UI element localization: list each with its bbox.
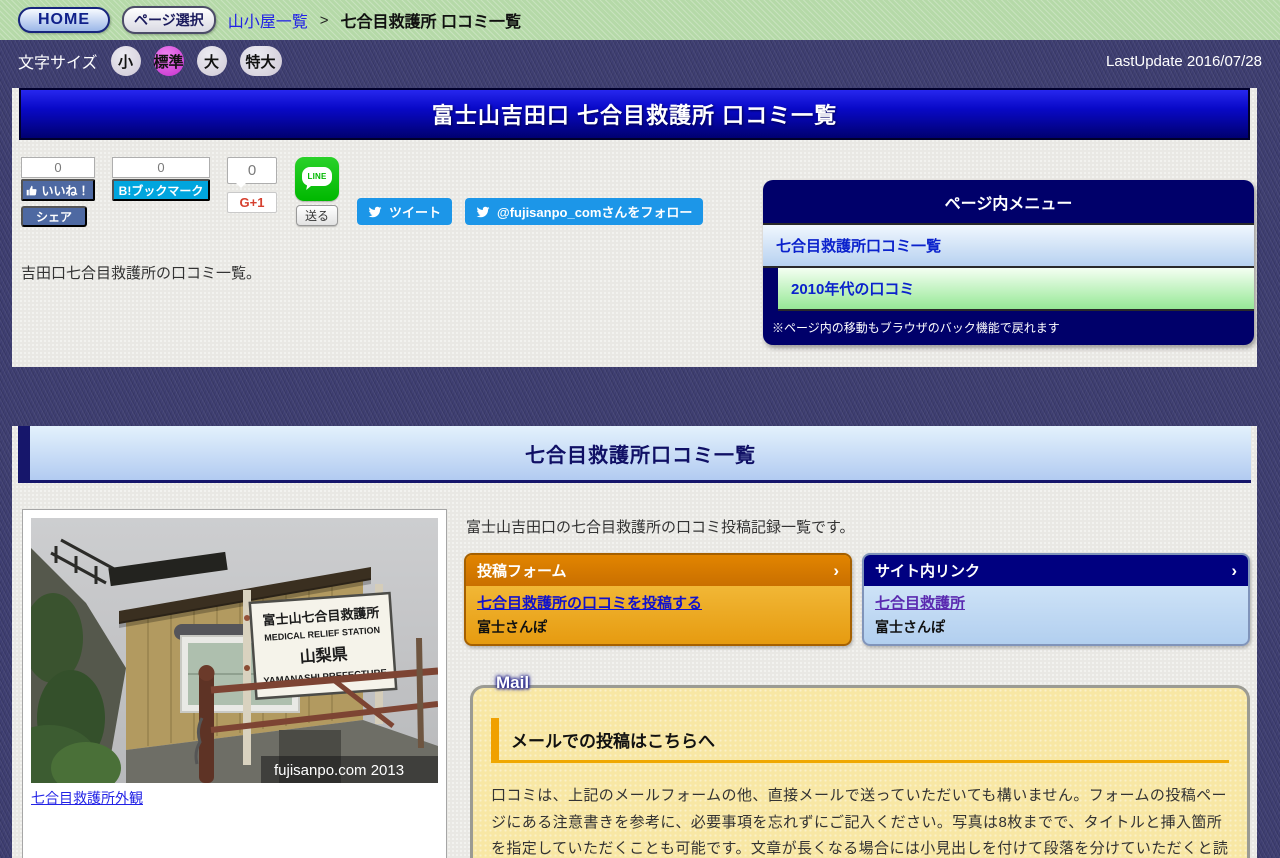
post-form-header[interactable]: 投稿フォーム › (466, 555, 850, 586)
relief-station-link[interactable]: 七合目救護所 (864, 586, 1248, 615)
twitter-follow-button[interactable]: @fujisanpo_comさんをフォロー (465, 198, 704, 225)
font-size-small-button[interactable]: 小 (110, 46, 141, 76)
post-form-box: 投稿フォーム › 七合目救護所の口コミを投稿する 富士さんぽ (464, 553, 852, 646)
chevron-right-icon: › (833, 561, 839, 580)
post-form-site-name: 富士さんぽ (477, 619, 547, 635)
facebook-widget: 0 いいね！ シェア (21, 157, 95, 227)
section-title: 七合目救護所口コミ一覧 (525, 444, 756, 467)
breadcrumb-separator: > (319, 11, 329, 29)
page-title: 富士山吉田口 七合目救護所 口コミ一覧 (431, 103, 838, 128)
watermark-text: fujisanpo.com 2013 (274, 762, 404, 779)
chevron-right-icon: › (1231, 561, 1237, 580)
font-size-label: 文字サイズ (18, 55, 98, 72)
hatena-count: 0 (112, 157, 210, 178)
facebook-like-label: いいね！ (41, 183, 90, 198)
tweet-button[interactable]: ツイート (357, 198, 453, 225)
post-review-link[interactable]: 七合目救護所の口コミを投稿する (466, 586, 850, 615)
page-menu-title: ページ内メニュー (944, 196, 1073, 213)
relief-station-photo[interactable]: 富士山七合目救護所 MEDICAL RELIEF STATION 山梨県 YAM… (31, 518, 438, 783)
facebook-like-button[interactable]: いいね！ (21, 179, 95, 201)
mail-heading: メールでの投稿はこちらへ (491, 718, 1229, 763)
breadcrumb-bar: HOME ページ選択 山小屋一覧 > 七合目救護所 口コミ一覧 (0, 0, 1280, 40)
section-header: 七合目救護所口コミ一覧 (18, 426, 1251, 483)
site-link-title: サイト内リンク (875, 563, 981, 580)
line-icon[interactable]: LINE (295, 157, 339, 201)
page-title-banner: 富士山吉田口 七合目救護所 口コミ一覧 (19, 88, 1250, 140)
mail-body-text: 口コミは、上記のメールフォームの他、直接メールで送っていただいても構いません。フ… (491, 787, 1229, 858)
facebook-share-button[interactable]: シェア (21, 206, 87, 227)
page-select-button[interactable]: ページ選択 (122, 6, 216, 34)
breadcrumb-current: 七合目救護所 口コミ一覧 (340, 14, 521, 31)
line-logo-bubble: LINE (302, 167, 332, 186)
mail-tab-label: Mail (496, 673, 530, 692)
font-size-xlarge-button[interactable]: 特大 (239, 46, 282, 76)
page-menu-box: ページ内メニュー 七合目救護所口コミ一覧 2010年代の口コミ ※ページ内の移動… (763, 180, 1254, 345)
breadcrumb-link-hut-list[interactable]: 山小屋一覧 (228, 8, 308, 32)
facebook-like-count: 0 (21, 157, 95, 178)
google-plus-one-button[interactable]: G+1 (227, 192, 277, 213)
right-column: 富士山吉田口の七合目救護所の口コミ投稿記録一覧です。 投稿フォーム › 七合目救… (464, 509, 1250, 858)
google-plus-count: 0 (227, 157, 277, 188)
twitter-bird-icon (368, 206, 382, 217)
page-menu-item-2010s-reviews[interactable]: 2010年代の口コミ (778, 268, 1254, 311)
google-plus-widget: 0 G+1 (227, 157, 277, 213)
page-menu-item-review-list[interactable]: 七合目救護所口コミ一覧 (763, 223, 1254, 268)
post-form-title: 投稿フォーム (477, 563, 567, 580)
header-panel: 富士山吉田口 七合目救護所 口コミ一覧 0 いいね！ シェア 0 B!ブックマー… (12, 88, 1257, 367)
line-widget: LINE 送る (294, 157, 340, 226)
twitter-bird-icon (476, 206, 490, 217)
font-size-large-button[interactable]: 大 (196, 46, 227, 76)
photo-caption-link[interactable]: 七合目救護所外観 (31, 788, 143, 808)
last-update-text: LastUpdate 2016/07/28 (1106, 52, 1262, 70)
site-link-box: サイト内リンク › 七合目救護所 富士さんぽ (862, 553, 1250, 646)
follow-label: @fujisanpo_comさんをフォロー (497, 205, 693, 220)
section-intro-text: 富士山吉田口の七合目救護所の口コミ投稿記録一覧です。 (466, 519, 855, 536)
section-title-bar: 七合目救護所口コミ一覧 (30, 426, 1251, 483)
font-size-normal-button[interactable]: 標準 (153, 46, 184, 76)
mail-heading-accent (491, 718, 499, 760)
mail-box: メールでの投稿はこちらへ 口コミは、上記のメールフォームの他、直接メールで送って… (470, 685, 1250, 858)
toolbar: 文字サイズ 小 標準 大 特大 LastUpdate 2016/07/28 (0, 40, 1280, 82)
info-boxes-row: 投稿フォーム › 七合目救護所の口コミを投稿する 富士さんぽ サイト内リンク ›… (464, 553, 1250, 646)
font-size-controls: 文字サイズ 小 標準 大 特大 (18, 46, 282, 76)
photo-box: 富士山七合目救護所 MEDICAL RELIEF STATION 山梨県 YAM… (22, 509, 447, 858)
home-button[interactable]: HOME (18, 7, 110, 33)
twitter-buttons: ツイート @fujisanpo_comさんをフォロー (357, 198, 704, 225)
mail-heading-text: メールでの投稿はこちらへ (511, 732, 715, 751)
mail-section: Mail メールでの投稿はこちらへ 口コミは、上記のメールフォームの他、直接メー… (470, 673, 1250, 858)
two-column-area: 富士山七合目救護所 MEDICAL RELIEF STATION 山梨県 YAM… (12, 483, 1257, 858)
hatena-bookmark-button[interactable]: B!ブックマーク (112, 179, 210, 201)
content-panel: 七合目救護所口コミ一覧 富士山七合目救護所 MEDICAL RELIEF STA… (12, 426, 1257, 858)
section-header-accent (18, 426, 30, 483)
line-send-button[interactable]: 送る (295, 205, 338, 226)
site-link-header[interactable]: サイト内リンク › (864, 555, 1248, 586)
page-menu-note: ※ページ内の移動もブラウザのバック機能で戻れます (772, 321, 1060, 335)
site-link-site-name: 富士さんぽ (875, 619, 945, 635)
thumbs-up-icon (27, 185, 38, 195)
hatena-widget: 0 B!ブックマーク (112, 157, 210, 201)
tweet-label: ツイート (389, 205, 442, 220)
